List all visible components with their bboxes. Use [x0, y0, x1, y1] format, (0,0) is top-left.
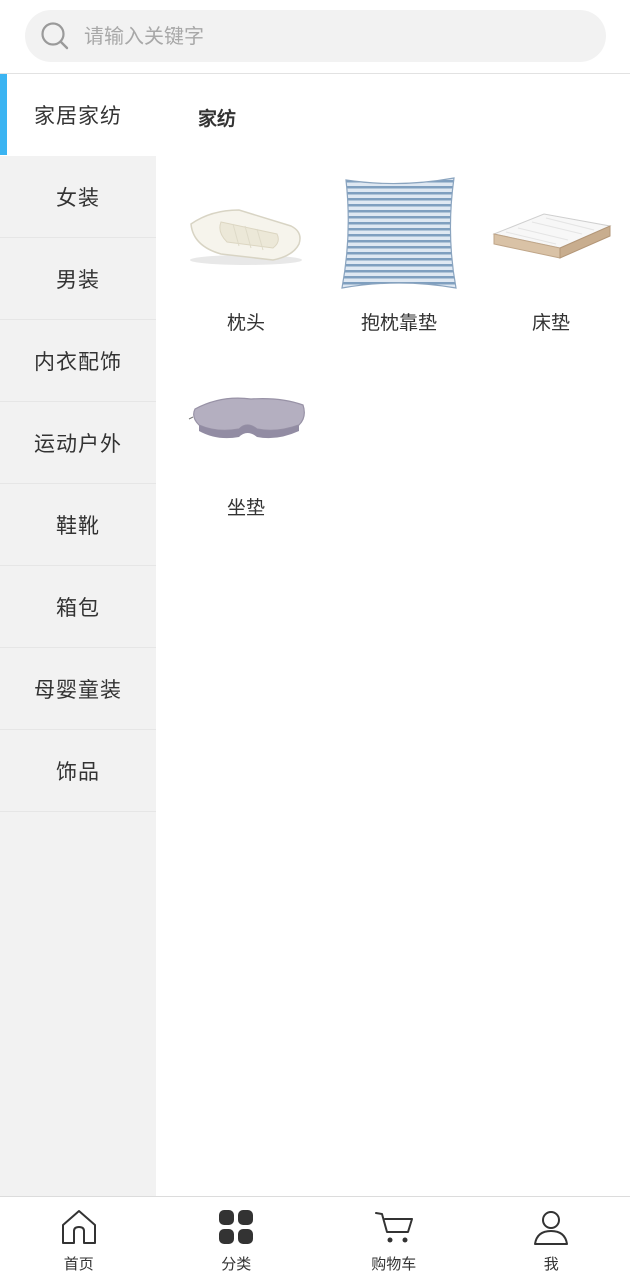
search-input[interactable]: [82, 23, 556, 49]
product-label: 枕头: [171, 308, 321, 335]
user-icon: [531, 1207, 571, 1247]
pillow-icon: [181, 174, 311, 294]
sidebar-item-label: 女装: [56, 182, 100, 212]
tab-home[interactable]: 首页: [0, 1197, 158, 1281]
sidebar-item-label: 男装: [56, 264, 100, 294]
cushion-icon: [334, 174, 464, 294]
tab-cart[interactable]: 购物车: [315, 1197, 473, 1281]
section-title: 家纺: [198, 104, 236, 131]
sidebar-item-label: 家居家纺: [34, 100, 122, 130]
sidebar-item-label: 运动户外: [34, 428, 122, 458]
sidebar-item-mens[interactable]: 男装: [0, 238, 156, 320]
search-icon: [40, 21, 70, 51]
home-icon: [59, 1207, 99, 1247]
sidebar-item-label: 母婴童装: [34, 674, 122, 704]
sidebar-item-baby-kids[interactable]: 母婴童装: [0, 648, 156, 730]
product-seat-cushion[interactable]: 坐垫: [171, 359, 321, 520]
product-pillow[interactable]: 枕头: [171, 174, 321, 335]
header: [0, 0, 630, 74]
sidebar-item-label: 饰品: [56, 756, 100, 786]
bottom-tab-bar: 首页 分类 购物车 我: [0, 1196, 630, 1281]
sidebar-item-label: 鞋靴: [56, 510, 100, 540]
product-mattress[interactable]: 床垫: [476, 174, 626, 335]
tab-label: 我: [544, 1253, 559, 1274]
product-label: 坐垫: [171, 493, 321, 520]
tab-label: 购物车: [371, 1253, 416, 1274]
sidebar-item-label: 箱包: [56, 592, 100, 622]
tab-label: 首页: [64, 1253, 94, 1274]
product-label: 抱枕靠垫: [324, 308, 474, 335]
tab-category[interactable]: 分类: [158, 1197, 316, 1281]
tab-me[interactable]: 我: [473, 1197, 630, 1281]
sidebar-item-home-textile[interactable]: 家居家纺: [0, 74, 156, 156]
category-sidebar: 家居家纺 女装 男装 内衣配饰 运动户外 鞋靴 箱包 母婴童装 饰品: [0, 74, 156, 1196]
sidebar-item-underwear[interactable]: 内衣配饰: [0, 320, 156, 402]
mattress-icon: [486, 174, 616, 294]
seat-cushion-icon: [181, 359, 311, 479]
sidebar-item-bags[interactable]: 箱包: [0, 566, 156, 648]
sidebar-item-label: 内衣配饰: [34, 346, 122, 376]
cart-icon: [374, 1207, 414, 1247]
category-icon: [216, 1207, 256, 1247]
sidebar-item-shoes[interactable]: 鞋靴: [0, 484, 156, 566]
sidebar-item-sports[interactable]: 运动户外: [0, 402, 156, 484]
product-cushion[interactable]: 抱枕靠垫: [324, 174, 474, 335]
sidebar-item-womens[interactable]: 女装: [0, 156, 156, 238]
sidebar-item-accessories[interactable]: 饰品: [0, 730, 156, 812]
tab-label: 分类: [221, 1253, 251, 1274]
search-bar[interactable]: [25, 10, 606, 62]
category-content: 家纺 枕头 抱枕靠垫 床垫: [156, 74, 630, 1196]
product-label: 床垫: [476, 308, 626, 335]
